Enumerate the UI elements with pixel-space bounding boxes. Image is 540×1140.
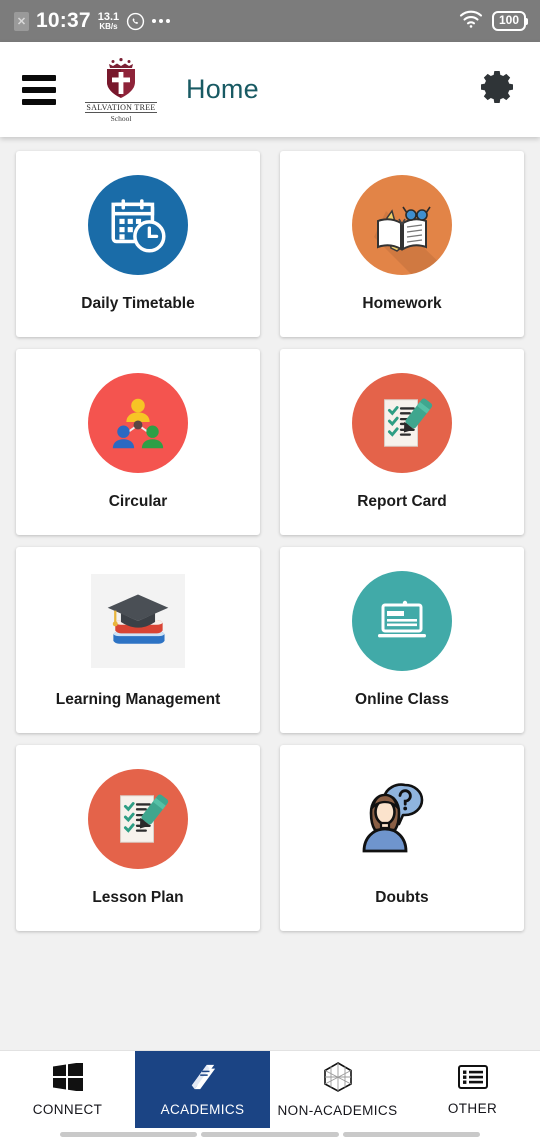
nav-item-academics[interactable]: ACADEMICS (135, 1051, 270, 1128)
hamburger-menu-icon[interactable] (22, 74, 56, 105)
laptop-screen-icon (350, 569, 454, 673)
card-label: Homework (362, 295, 442, 312)
card-label: Online Class (355, 691, 449, 708)
battery-indicator: 100 (491, 11, 529, 31)
status-bar-left: ✕ 10:37 13.1 KB/s (14, 9, 171, 33)
book-icon (188, 1063, 218, 1096)
network-speed-value: 13.1 (97, 10, 120, 23)
card-daily-timetable[interactable]: Daily Timetable (16, 151, 260, 337)
gear-icon[interactable] (478, 67, 518, 112)
bottom-navigation: CONNECT ACADEMICS NON-ACADEMICS OTHER (0, 1050, 540, 1128)
sim-card-icon: ✕ (14, 11, 29, 31)
more-dots-icon (152, 19, 171, 23)
school-shield-logo (107, 57, 135, 98)
card-label: Doubts (375, 889, 429, 906)
list-icon (457, 1064, 488, 1095)
wifi-icon (459, 10, 483, 33)
card-homework[interactable]: Homework (280, 151, 524, 337)
card-report-card[interactable]: Report Card (280, 349, 524, 535)
checklist-pen-icon (350, 371, 454, 475)
app-bar: SALVATION TREE School Home (0, 42, 540, 137)
card-label: Report Card (357, 493, 447, 510)
card-circular[interactable]: Circular (16, 349, 260, 535)
card-online-class[interactable]: Online Class (280, 547, 524, 733)
hexagon-icon (322, 1061, 354, 1097)
windows-grid-icon (52, 1061, 83, 1096)
network-speed: 13.1 KB/s (97, 10, 120, 31)
status-bar: ✕ 10:37 13.1 KB/s 100 (0, 0, 540, 42)
whatsapp-icon (126, 12, 145, 31)
calendar-clock-icon (86, 173, 190, 277)
card-label: Circular (108, 493, 168, 510)
feature-grid: Daily Timetable Homework Circular Report… (16, 151, 524, 931)
nav-item-other[interactable]: OTHER (405, 1051, 540, 1128)
checklist-pen-icon (86, 767, 190, 871)
status-time: 10:37 (36, 9, 91, 32)
card-doubts[interactable]: Doubts (280, 745, 524, 931)
gesture-hint-bar (0, 1128, 540, 1140)
app-screen: ✕ 10:37 13.1 KB/s 100 SALVATION TREE Sch… (0, 0, 540, 1140)
status-bar-right: 100 (459, 10, 529, 33)
card-label: Daily Timetable (81, 295, 195, 312)
nav-label: ACADEMICS (160, 1101, 245, 1117)
nav-label: OTHER (447, 1100, 498, 1116)
school-logo-subtitle: School (110, 113, 132, 123)
network-speed-unit: KB/s (99, 21, 118, 31)
nav-item-connect[interactable]: CONNECT (0, 1051, 135, 1128)
graduation-cap-books-icon (86, 569, 190, 673)
card-label: Learning Management (55, 691, 221, 708)
nav-label: CONNECT (32, 1101, 103, 1117)
school-logo-name: SALVATION TREE (85, 101, 157, 113)
school-logo: SALVATION TREE School (78, 57, 164, 123)
people-network-icon (86, 371, 190, 475)
notebook-pencil-glasses-icon (350, 173, 454, 277)
person-question-icon (350, 767, 454, 871)
card-lesson-plan[interactable]: Lesson Plan (16, 745, 260, 931)
nav-item-non-academics[interactable]: NON-ACADEMICS (270, 1051, 405, 1128)
card-learning-management[interactable]: Learning Management (16, 547, 260, 733)
page-title: Home (186, 74, 259, 104)
nav-label: NON-ACADEMICS (277, 1102, 398, 1118)
card-label: Lesson Plan (92, 889, 184, 906)
main-content: Daily Timetable Homework Circular Report… (0, 137, 540, 1050)
